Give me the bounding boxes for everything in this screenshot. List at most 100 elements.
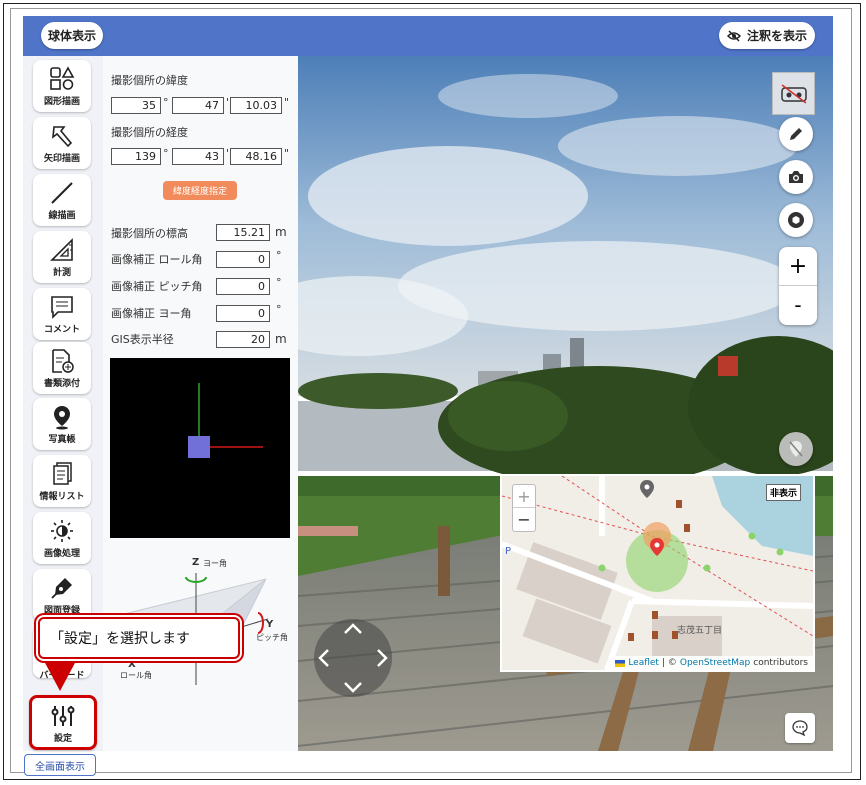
tool-document-attach[interactable]: 書類添付 xyxy=(33,342,91,394)
tool-label: 情報リスト xyxy=(39,492,85,502)
tool-shapes[interactable]: 図形描画 xyxy=(33,60,91,112)
tool-label: 図面登録 xyxy=(43,606,80,616)
eye-off-icon xyxy=(726,29,741,42)
tool-arrow[interactable]: 矢印描画 xyxy=(33,117,91,169)
tool-label: 矢印描画 xyxy=(43,154,80,164)
longitude-label: 撮影個所の経度 xyxy=(111,126,188,139)
roll-unit: ° xyxy=(276,249,282,262)
roll-input[interactable]: 0 xyxy=(216,251,270,268)
map-pin-icon xyxy=(54,406,70,430)
shapes-icon xyxy=(50,66,75,90)
map-hide-button[interactable]: 非表示 xyxy=(765,484,801,501)
latitude-minutes-input[interactable]: 47 xyxy=(172,97,224,114)
aperture-icon xyxy=(788,212,804,228)
tool-measure[interactable]: 計測 xyxy=(33,231,91,283)
camera-button[interactable] xyxy=(779,160,813,194)
fullscreen-button[interactable]: 全画面表示 xyxy=(24,754,96,776)
tool-label: 計測 xyxy=(52,268,71,278)
tool-label: コメント xyxy=(43,325,80,335)
location-off-button[interactable] xyxy=(779,432,813,466)
ukraine-flag-icon xyxy=(615,659,626,667)
camera-icon xyxy=(789,171,803,183)
roll-label: 画像補正 ロール角 xyxy=(111,253,203,266)
zoom-in-button[interactable]: + xyxy=(779,247,817,286)
info-list-icon xyxy=(53,462,72,485)
longitude-minutes-input[interactable]: 43 xyxy=(172,148,224,165)
minute-mark: ' xyxy=(226,96,230,109)
zoom-out-button[interactable]: - xyxy=(779,286,817,324)
degree-mark: ° xyxy=(163,147,169,160)
ruler-icon xyxy=(50,238,73,261)
set-latlon-label: 緯度経度指定 xyxy=(172,187,227,197)
yaw-unit: ° xyxy=(276,303,282,316)
direction-arrows-icon xyxy=(318,623,388,693)
mini-map[interactable]: P 志茂五丁目 + − 非表示 Leaflet | © OpenStreetMa… xyxy=(500,474,815,672)
tool-image-processing[interactable]: 画像処理 xyxy=(33,512,91,564)
axis-x-letter: X xyxy=(128,659,136,670)
location-off-icon xyxy=(789,441,803,457)
edit-button[interactable] xyxy=(779,117,813,151)
aperture-button[interactable] xyxy=(779,203,813,237)
svg-text:志茂五丁目: 志茂五丁目 xyxy=(677,624,722,636)
minute-mark: ' xyxy=(226,147,230,160)
chat-button[interactable] xyxy=(785,713,815,743)
document-attach-icon xyxy=(52,349,74,373)
tool-line[interactable]: 線描画 xyxy=(33,174,91,226)
pitch-unit: ° xyxy=(276,276,282,289)
axis-gizmo xyxy=(188,383,263,458)
tool-label: 画像処理 xyxy=(43,549,80,559)
axis-y-label: ピッチ角 xyxy=(256,633,288,642)
zoom-control: + - xyxy=(779,247,817,325)
latitude-degrees-input[interactable]: 35 xyxy=(111,97,161,114)
longitude-seconds-input[interactable]: 48.16 xyxy=(230,148,282,165)
altitude-input[interactable]: 15.21 xyxy=(216,224,270,241)
map-tiles: P 志茂五丁目 xyxy=(502,476,813,670)
chat-bubble-icon xyxy=(792,720,808,736)
second-mark: " xyxy=(284,147,290,160)
altitude-unit: m xyxy=(275,225,287,239)
header-bar xyxy=(23,16,833,56)
line-icon xyxy=(51,182,73,204)
axis-z-label: ヨー角 xyxy=(203,559,227,568)
gis-radius-unit: m xyxy=(275,332,287,346)
map-zoom-in-button[interactable]: + xyxy=(513,485,535,508)
axis-x-label: ロール角 xyxy=(120,671,152,680)
tool-label: 線描画 xyxy=(48,211,76,221)
sphere-view-label: 球体表示 xyxy=(47,29,96,43)
svg-text:P: P xyxy=(505,546,511,557)
map-zoom-out-button[interactable]: − xyxy=(513,508,535,530)
latitude-seconds-input[interactable]: 10.03 xyxy=(230,97,282,114)
tool-label: 書類添付 xyxy=(43,379,80,389)
vr-toggle-button[interactable] xyxy=(772,72,815,115)
osm-link[interactable]: OpenStreetMap xyxy=(680,658,750,668)
yaw-input[interactable]: 0 xyxy=(216,305,270,322)
orientation-preview xyxy=(110,358,290,538)
show-annotation-label: 注釈を表示 xyxy=(746,29,807,43)
tool-photo-album[interactable]: 写真帳 xyxy=(33,398,91,450)
show-annotation-button[interactable]: 注釈を表示 xyxy=(719,22,815,49)
navigation-pad[interactable] xyxy=(314,619,392,697)
callout-pointer-arrow xyxy=(44,661,76,691)
fullscreen-label: 全画面表示 xyxy=(35,761,85,773)
gis-radius-label: GIS表示半径 xyxy=(111,333,174,346)
tool-settings[interactable]: 設定 xyxy=(29,695,97,750)
map-zoom-control: + − xyxy=(512,484,536,532)
second-mark: " xyxy=(284,96,290,109)
pen-nib-icon xyxy=(51,578,72,599)
leaflet-link[interactable]: Leaflet xyxy=(628,658,659,668)
axis-y-letter: Y xyxy=(266,619,274,630)
gis-radius-input[interactable]: 20 xyxy=(216,331,270,348)
set-latlon-button[interactable]: 緯度経度指定 xyxy=(163,181,237,200)
tool-comment[interactable]: コメント xyxy=(33,288,91,340)
tool-label: 設定 xyxy=(53,734,72,744)
arrow-icon xyxy=(52,126,73,148)
tool-drawing-register[interactable]: 図面登録 xyxy=(33,569,91,621)
pitch-input[interactable]: 0 xyxy=(216,278,270,295)
tool-label: 写真帳 xyxy=(48,435,76,445)
tool-label: 図形描画 xyxy=(43,97,80,107)
sphere-view-button[interactable]: 球体表示 xyxy=(41,22,103,49)
tool-info-list[interactable]: 情報リスト xyxy=(33,455,91,507)
altitude-label: 撮影個所の標高 xyxy=(111,227,188,240)
longitude-degrees-input[interactable]: 139 xyxy=(111,148,161,165)
vr-off-icon xyxy=(780,83,807,104)
